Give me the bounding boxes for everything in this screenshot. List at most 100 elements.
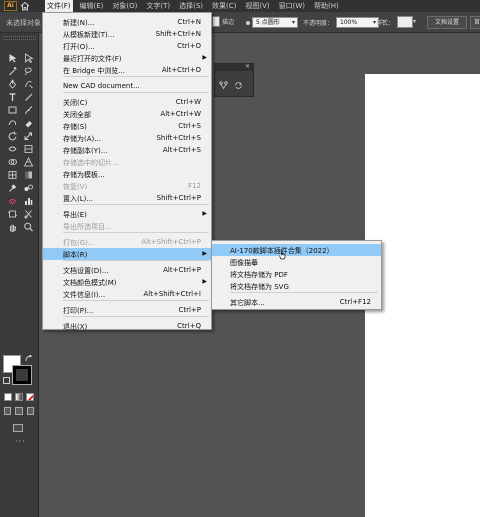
slice-tool-icon[interactable]: [20, 207, 36, 220]
file-menu-item[interactable]: 新建(N)... Ctrl+N: [43, 16, 211, 28]
width-tool-icon[interactable]: [4, 142, 20, 155]
rotate-tool-icon[interactable]: [4, 129, 20, 142]
document-setup-button[interactable]: 文档设置: [427, 16, 467, 29]
menu-item-label: 文档颜色模式(M): [63, 279, 117, 287]
file-menu-item[interactable]: 存储选中的切片...: [43, 156, 211, 168]
puppet-warp-icon[interactable]: [219, 81, 228, 90]
paintbrush-tool-icon[interactable]: [20, 103, 36, 116]
sync-icon[interactable]: [234, 81, 243, 90]
artboard-tool-icon[interactable]: [4, 207, 20, 220]
scale-tool-icon[interactable]: [20, 129, 36, 142]
shape-builder-tool-icon[interactable]: [4, 155, 20, 168]
file-menu-item[interactable]: 打开(O)... Ctrl+O: [43, 40, 211, 52]
default-fill-stroke-icon[interactable]: [3, 377, 10, 384]
blend-tool-icon[interactable]: [20, 181, 36, 194]
draw-behind-icon[interactable]: [15, 407, 23, 415]
mesh-tool-icon[interactable]: [4, 168, 20, 181]
file-menu-item[interactable]: 最近打开的文件(F) ▶: [43, 52, 211, 64]
graphic-style-swatch[interactable]: [397, 16, 413, 28]
file-menu-item[interactable]: 关闭全部 Alt+Ctrl+W: [43, 108, 211, 120]
column-graph-tool-icon[interactable]: [20, 194, 36, 207]
preferences-button[interactable]: 首: [470, 16, 480, 29]
home-icon[interactable]: [20, 1, 30, 11]
file-menu-item[interactable]: 打包(G)... Alt+Shift+Ctrl+P: [43, 236, 211, 248]
selection-tool-icon[interactable]: [4, 51, 20, 64]
menu-effect[interactable]: 效果(C): [210, 0, 238, 12]
line-segment-tool-icon[interactable]: [20, 90, 36, 103]
menu-file[interactable]: 文件(F): [45, 0, 73, 12]
perspective-grid-tool-icon[interactable]: [20, 155, 36, 168]
menu-separator: [63, 300, 209, 301]
file-menu-item[interactable]: 文档颜色模式(M) ▶: [43, 276, 211, 288]
menu-window[interactable]: 窗口(W): [277, 0, 307, 12]
eyedropper-tool-icon[interactable]: [4, 181, 20, 194]
scripts-menu-item[interactable]: AI-170款脚本插件合集（2022）: [212, 244, 381, 256]
menu-type[interactable]: 文字(T): [144, 0, 172, 12]
color-mode-icon[interactable]: [4, 393, 12, 401]
gradient-mode-icon[interactable]: [15, 393, 23, 401]
scripts-menu-item[interactable]: 将文档存储为 SVG: [212, 280, 381, 292]
panel-grip[interactable]: [3, 36, 36, 40]
shaper-tool-icon[interactable]: [4, 116, 20, 129]
file-menu-item[interactable]: 存储(S) Ctrl+S: [43, 120, 211, 132]
file-menu-item[interactable]: 导出所选项目...: [43, 220, 211, 232]
file-menu-item[interactable]: 恢复(V) F12: [43, 180, 211, 192]
file-menu-item[interactable]: 文档设置(D)... Alt+Ctrl+P: [43, 264, 211, 276]
menu-item-label: 其它脚本...: [230, 299, 265, 307]
menu-item-shortcut: Ctrl+O: [177, 42, 201, 50]
menu-select[interactable]: 选择(S): [177, 0, 205, 12]
file-menu-item[interactable]: 导出(E) ▶: [43, 208, 211, 220]
curvature-tool-icon[interactable]: [20, 77, 36, 90]
scripts-menu-item[interactable]: 将文档存储为 PDF: [212, 268, 381, 280]
close-icon[interactable]: ✕: [245, 63, 250, 70]
file-menu-item[interactable]: 从模板新建(T)... Shift+Ctrl+N: [43, 28, 211, 40]
stroke-color-swatch[interactable]: [12, 365, 32, 385]
direct-selection-tool-icon[interactable]: [20, 51, 36, 64]
opacity-field[interactable]: 100%: [336, 17, 379, 28]
file-menu-item[interactable]: 文件信息(I)... Alt+Shift+Ctrl+I: [43, 288, 211, 300]
swap-fill-stroke-icon[interactable]: [25, 355, 33, 363]
none-mode-icon[interactable]: [26, 393, 34, 401]
screen-mode-icon[interactable]: [13, 424, 23, 432]
scripts-menu-item[interactable]: 其它脚本... Ctrl+F12: [212, 296, 381, 308]
free-transform-tool-icon[interactable]: [20, 142, 36, 155]
lasso-tool-icon[interactable]: [20, 64, 36, 77]
pen-tool-icon[interactable]: [4, 77, 20, 90]
eraser-tool-icon[interactable]: [20, 116, 36, 129]
file-menu-item[interactable]: New CAD document...: [43, 80, 211, 92]
file-menu-item[interactable]: 存储为模板...: [43, 168, 211, 180]
menu-item-label: 存储选中的切片...: [63, 159, 119, 167]
file-menu-item[interactable]: 存储为(A)... Shift+Ctrl+S: [43, 132, 211, 144]
file-menu-item[interactable]: 脚本(R) ▶: [43, 248, 211, 260]
hand-tool-icon[interactable]: [4, 220, 20, 233]
file-menu-item[interactable]: 打印(P)... Ctrl+P: [43, 304, 211, 316]
file-menu-item[interactable]: 退出(X) Ctrl+Q: [43, 320, 211, 332]
floating-panel-header[interactable]: ✕: [215, 63, 253, 71]
gradient-tool-icon[interactable]: [20, 168, 36, 181]
menu-edit[interactable]: 编辑(E): [78, 0, 106, 12]
menu-bar: Ai 文件(F) 编辑(E) 对象(O) 文字(T) 选择(S) 效果(C) 视图(V) 窗口…: [0, 0, 480, 12]
brush-definition-dropdown[interactable]: 5 点圆形: [252, 17, 298, 28]
scripts-menu-item[interactable]: 图像描摹: [212, 256, 381, 268]
menu-item-label: 打印(P)...: [63, 307, 94, 315]
file-menu-item[interactable]: 在 Bridge 中浏览... Alt+Ctrl+O: [43, 64, 211, 76]
file-menu-item[interactable]: 置入(L)... Shift+Ctrl+P: [43, 192, 211, 204]
stroke-swatch[interactable]: [212, 16, 220, 27]
draw-inside-icon[interactable]: [26, 407, 34, 415]
type-tool-icon[interactable]: [4, 90, 20, 103]
magic-wand-tool-icon[interactable]: [4, 64, 20, 77]
file-menu-item[interactable]: 关闭(C) Ctrl+W: [43, 96, 211, 108]
chevron-down-icon[interactable]: ▾: [413, 18, 416, 25]
menu-item-shortcut: Alt+Ctrl+W: [160, 110, 201, 118]
symbol-sprayer-tool-icon[interactable]: [4, 194, 20, 207]
menu-object[interactable]: 对象(O): [110, 0, 139, 12]
draw-normal-icon[interactable]: [4, 407, 12, 415]
file-menu-item[interactable]: 存储副本(Y)... Alt+Ctrl+S: [43, 144, 211, 156]
menu-view[interactable]: 视图(V): [243, 0, 271, 12]
artboard[interactable]: [365, 74, 480, 517]
rectangle-tool-icon[interactable]: [4, 103, 20, 116]
zoom-tool-icon[interactable]: [20, 220, 36, 233]
menu-help[interactable]: 帮助(H): [312, 0, 341, 12]
illustrator-logo[interactable]: Ai: [4, 1, 17, 11]
edit-toolbar-icon[interactable]: ···: [15, 437, 26, 446]
